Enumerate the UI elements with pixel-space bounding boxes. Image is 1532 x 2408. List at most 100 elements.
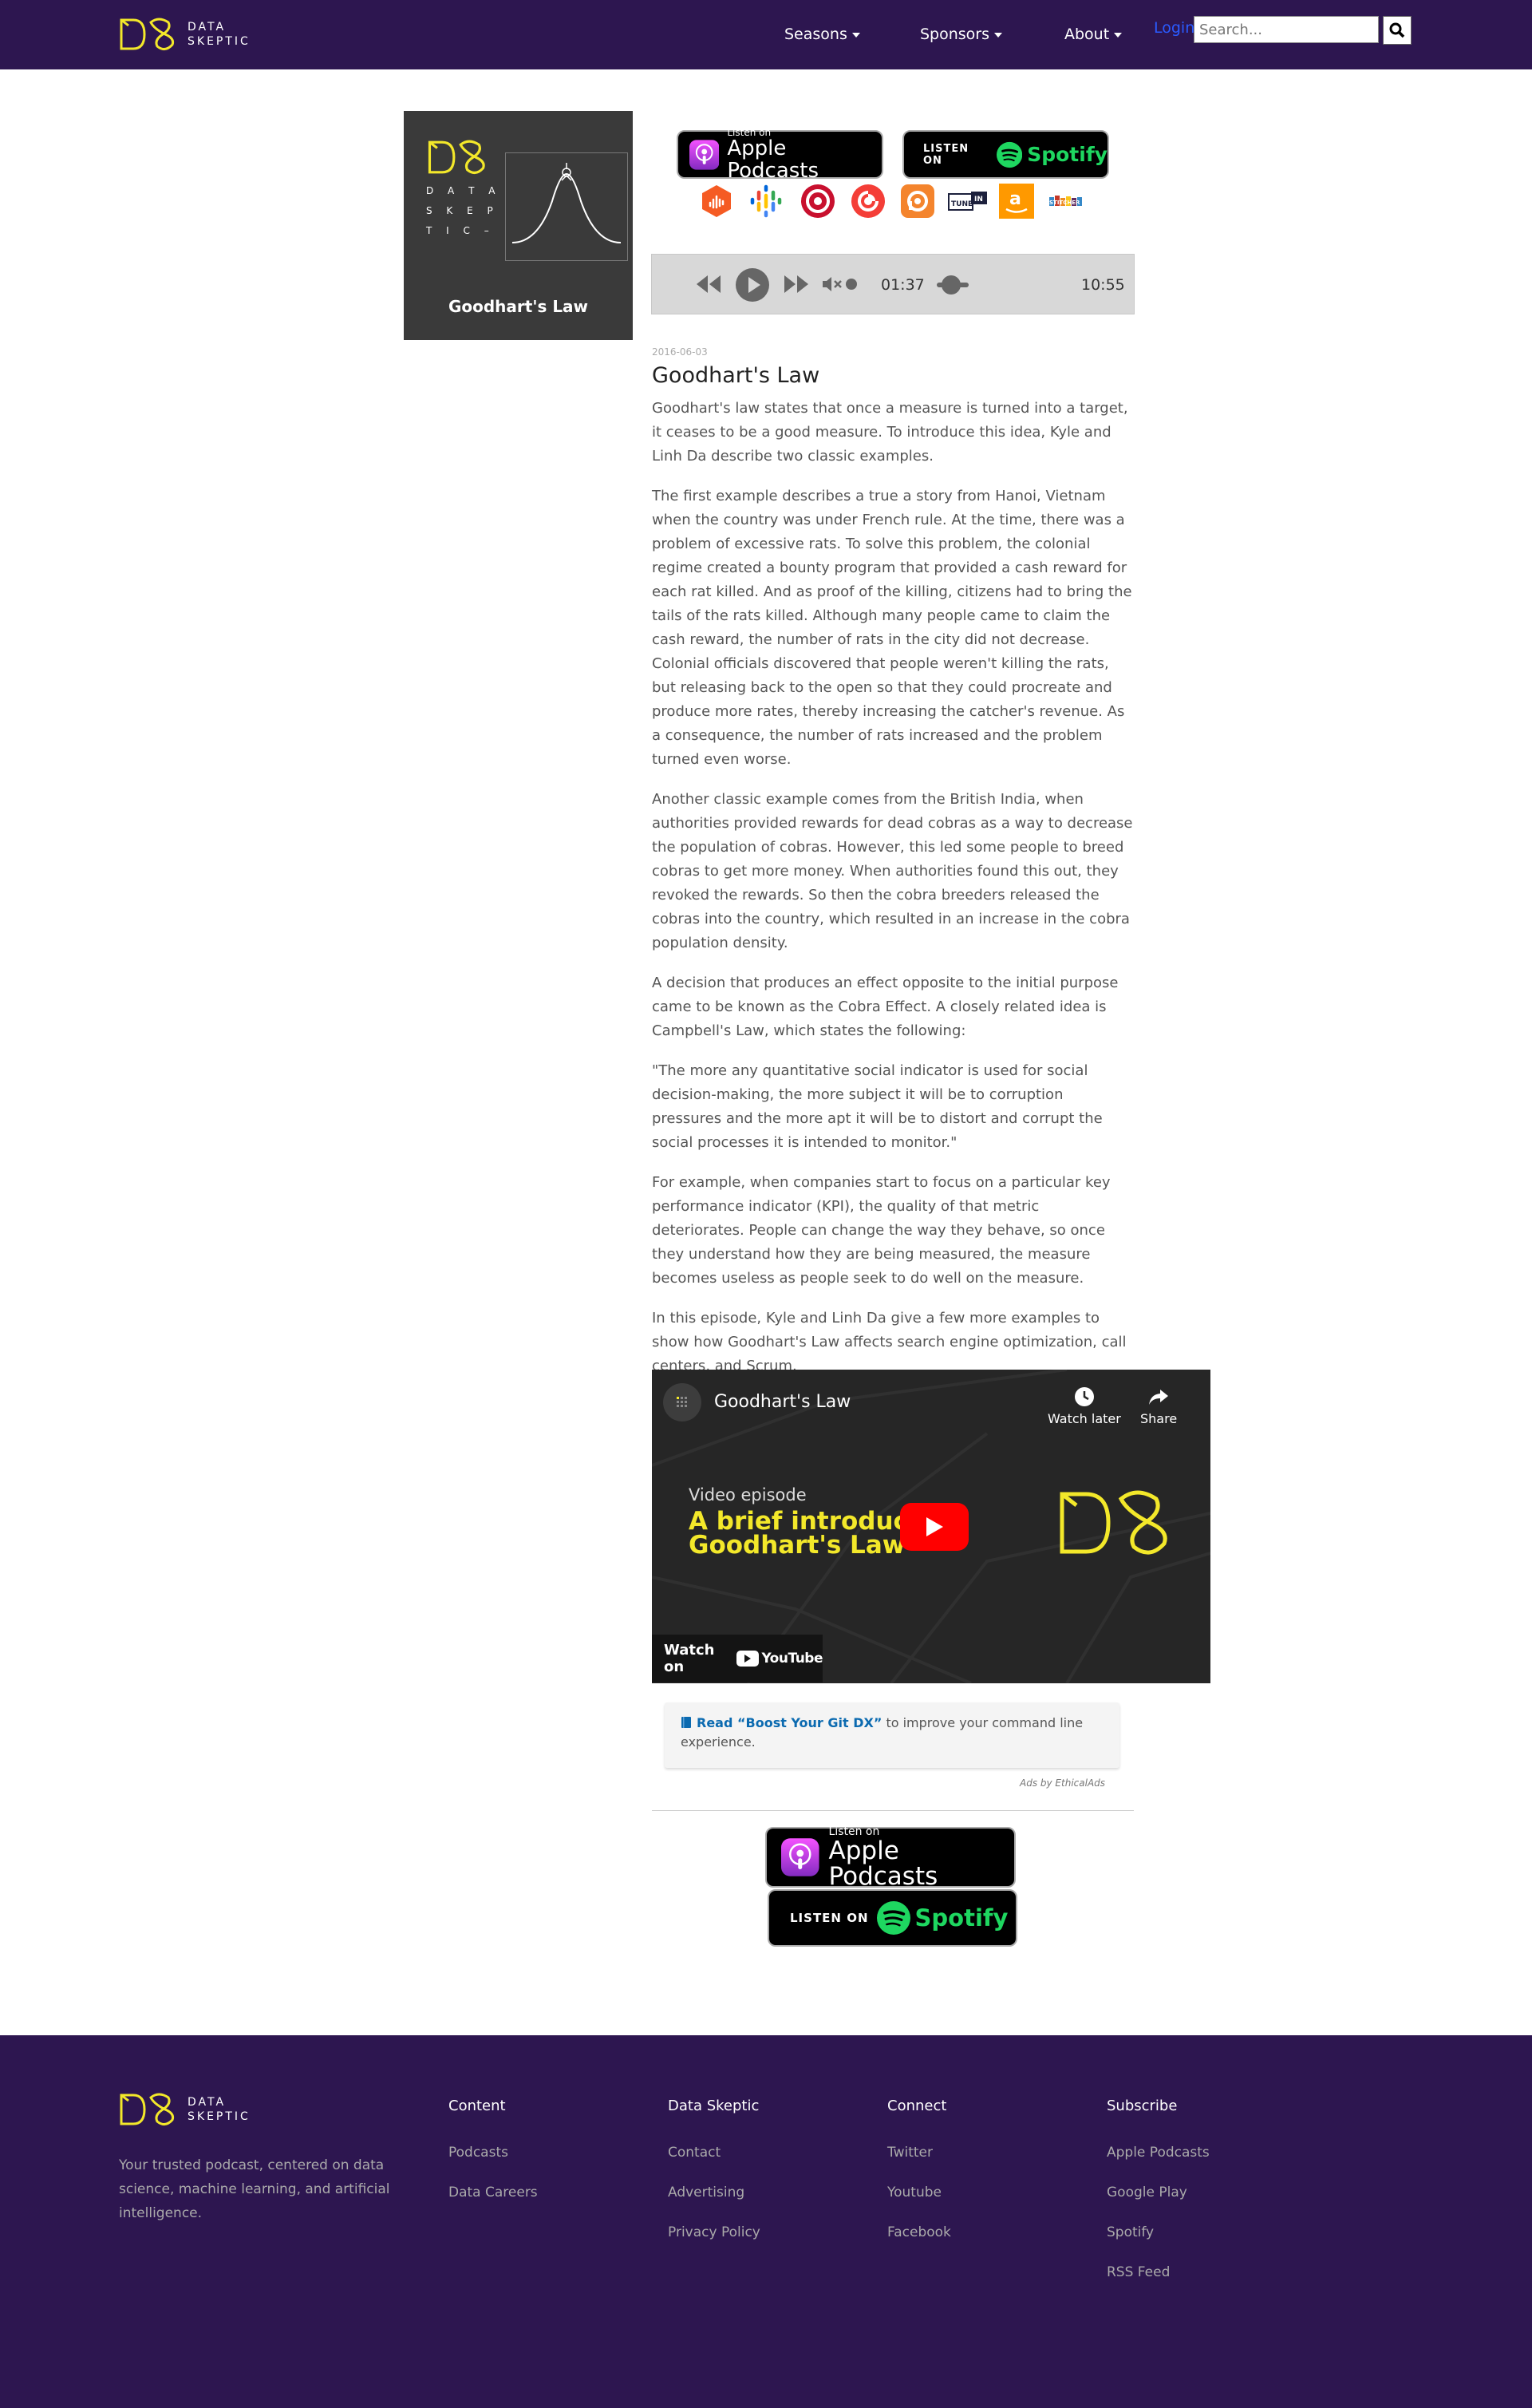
spotify-badge-small-text: LISTEN ON	[790, 1911, 869, 1925]
video-title[interactable]: Goodhart's Law	[714, 1392, 851, 1412]
spotify-icon	[876, 1901, 910, 1935]
apple-podcasts-badge[interactable]: Listen on Apple Podcasts	[765, 1825, 1016, 1891]
footer-link-facebook[interactable]: Facebook	[887, 2224, 951, 2240]
nav-seasons-label: Seasons	[784, 26, 847, 43]
footer-link-advertising[interactable]: Advertising	[668, 2185, 744, 2200]
cover-ds-line: T I C –	[426, 225, 495, 236]
footer-link-privacy-policy[interactable]: Privacy Policy	[668, 2224, 760, 2240]
svg-text:a: a	[1009, 189, 1021, 209]
channel-avatar-icon[interactable]	[663, 1383, 701, 1421]
spotify-badge-small-text: LISTEN ON	[923, 142, 969, 167]
clock-icon	[1074, 1387, 1094, 1406]
fast-forward-icon[interactable]	[784, 274, 809, 295]
login-link[interactable]: Login	[1154, 19, 1194, 37]
apple-podcasts-icon	[781, 1838, 819, 1876]
spotify-badge[interactable]: LISTEN ON Spotify	[768, 1889, 1017, 1947]
footer-link-contact[interactable]: Contact	[668, 2145, 721, 2161]
nav-sponsors[interactable]: Sponsors	[920, 26, 1003, 43]
audio-player: 01:37 10:55	[651, 254, 1135, 314]
google-podcasts-icon	[750, 184, 782, 218]
description-paragraph: In this episode, Kyle and Linh Da give a…	[652, 1310, 1127, 1374]
footer-link-podcasts[interactable]: Podcasts	[448, 2145, 508, 2161]
podcast-addict-link[interactable]	[900, 184, 935, 219]
site-footer: DATA SKEPTIC Your trusted podcast, cente…	[0, 2035, 1532, 2408]
stitcher-icon: STITCHER	[1049, 196, 1082, 206]
cover-title: Goodhart's Law	[448, 297, 589, 316]
footer-link-rss-feed[interactable]: RSS Feed	[1107, 2264, 1170, 2280]
amazon-music-link[interactable]: a	[999, 184, 1034, 219]
amazon-music-icon: a	[999, 184, 1034, 219]
description-paragraph: "The more any quantitative social indica…	[652, 1062, 1103, 1151]
footer-logo[interactable]: DATA SKEPTIC	[119, 2093, 251, 2126]
site-logo[interactable]: DATA SKEPTIC	[119, 18, 251, 51]
seek-bar[interactable]	[937, 275, 969, 295]
search-input[interactable]: Search...	[1194, 16, 1379, 43]
footer-col-title-data-skeptic: Data Skeptic	[668, 2098, 760, 2114]
stitcher-link[interactable]: STITCHER	[1048, 184, 1084, 219]
svg-text:STITCHER: STITCHER	[1049, 200, 1080, 206]
watch-later-button[interactable]: Watch later	[1048, 1386, 1121, 1426]
nav-sponsors-label: Sponsors	[920, 26, 990, 43]
sponsored-ad: Read “Boost Your Git DX” to improve your…	[665, 1702, 1119, 1768]
spotify-badge[interactable]: LISTEN ON Spotify	[902, 130, 1109, 179]
footer-link-google-play[interactable]: Google Play	[1107, 2185, 1187, 2200]
apple-badge-big-text: Apple Podcasts	[828, 1837, 938, 1891]
total-duration: 10:55	[1081, 276, 1125, 294]
episode-description: Goodhart's law states that once a measur…	[652, 397, 1135, 1394]
logo-text-data: DATA	[188, 21, 227, 34]
tunein-icon: TUNEIN	[948, 192, 987, 211]
footer-link-twitter[interactable]: Twitter	[887, 2145, 933, 2161]
logo-text-data: DATA	[188, 2096, 227, 2109]
nav-about[interactable]: About	[1064, 26, 1123, 43]
nav-about-label: About	[1064, 26, 1110, 43]
book-icon	[681, 1717, 691, 1728]
spotify-badge-big-text: Spotify	[1027, 143, 1108, 166]
castbox-link[interactable]	[699, 184, 734, 219]
caret-down-icon	[851, 32, 860, 38]
bell-curve-illustration	[505, 152, 628, 261]
search-button[interactable]	[1383, 16, 1412, 45]
share-label: Share	[1140, 1411, 1178, 1426]
tunein-link[interactable]: TUNE IN	[948, 184, 988, 219]
volume-muted-icon[interactable]	[821, 275, 858, 293]
footer-link-youtube[interactable]: Youtube	[887, 2185, 942, 2200]
description-paragraph: The first example describes a true a sto…	[652, 488, 1132, 768]
youtube-embed[interactable]: Goodhart's Law Watch later Share Video e…	[652, 1370, 1210, 1683]
footer-link-data-careers[interactable]: Data Careers	[448, 2185, 538, 2200]
logo-text-skeptic: SKEPTIC	[188, 35, 251, 48]
ds-logo-icon	[428, 140, 485, 174]
description-paragraph: Another classic example comes from the B…	[652, 791, 1133, 951]
current-time: 01:37	[881, 276, 925, 294]
episode-title: Goodhart's Law	[652, 363, 820, 388]
footer-link-apple-podcasts[interactable]: Apple Podcasts	[1107, 2145, 1210, 2161]
search-placeholder: Search...	[1199, 21, 1263, 38]
google-podcasts-link[interactable]	[748, 184, 784, 219]
seek-thumb[interactable]	[941, 275, 961, 295]
nav-seasons[interactable]: Seasons	[784, 26, 860, 43]
castbox-icon	[702, 185, 731, 217]
description-paragraph: Goodhart's law states that once a measur…	[652, 400, 1128, 465]
player-fm-link[interactable]	[800, 184, 835, 219]
player-fm-icon	[801, 184, 835, 218]
watch-on-youtube-button[interactable]: Watch on YouTube	[652, 1635, 823, 1682]
ads-by-ethicalads[interactable]: Ads by EthicalAds	[1020, 1777, 1105, 1789]
pocket-casts-icon	[851, 184, 885, 218]
share-button[interactable]: Share	[1140, 1386, 1177, 1426]
footer-col-title-subscribe: Subscribe	[1107, 2098, 1178, 2114]
ad-link[interactable]: Read “Boost Your Git DX”	[697, 1715, 882, 1730]
spotify-icon	[997, 141, 1023, 168]
youtube-logo-icon	[736, 1651, 760, 1667]
rewind-icon[interactable]	[696, 274, 721, 295]
apple-podcasts-badge[interactable]: Listen on Apple Podcasts	[677, 126, 883, 183]
apple-badge-big-text: Apple Podcasts	[727, 136, 819, 183]
play-icon	[926, 1517, 943, 1536]
caret-down-icon	[994, 32, 1003, 38]
share-icon	[1149, 1390, 1169, 1405]
footer-link-spotify[interactable]: Spotify	[1107, 2224, 1154, 2240]
play-icon[interactable]	[736, 268, 769, 302]
apple-badge-small-text: Listen on	[727, 126, 772, 138]
youtube-play-button[interactable]	[900, 1503, 969, 1551]
ds-logo-icon	[1060, 1490, 1167, 1555]
pocket-casts-link[interactable]	[851, 184, 886, 219]
footer-col-title-content: Content	[448, 2098, 506, 2114]
